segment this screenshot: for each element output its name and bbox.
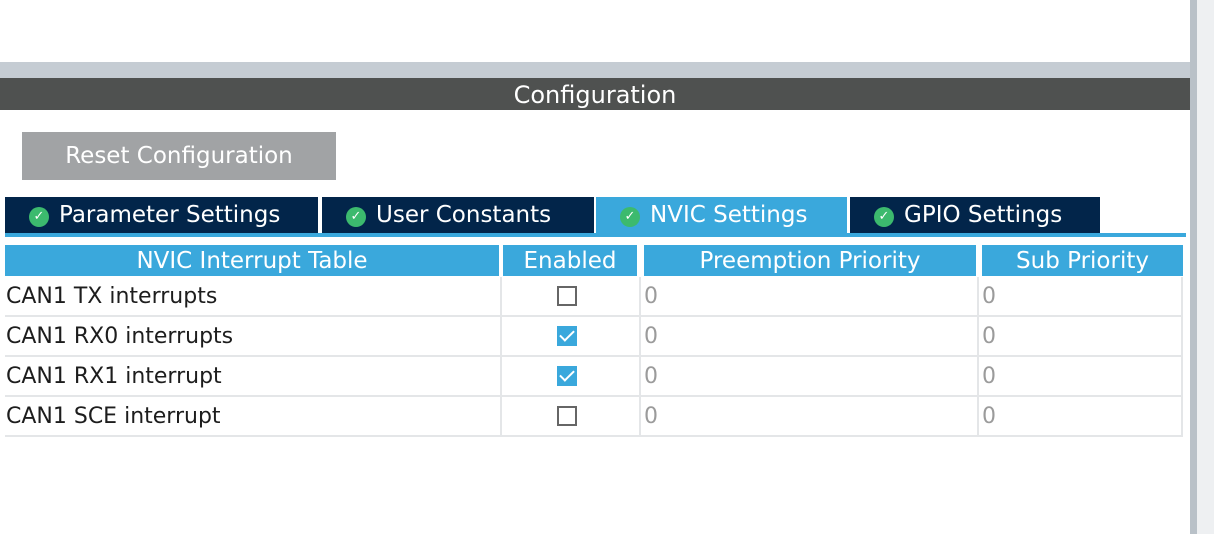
table-row[interactable]: CAN1 RX1 interrupt 0 0 — [5, 357, 1183, 397]
sub-priority-value[interactable]: 0 — [979, 317, 1183, 355]
tab-nvic-settings[interactable]: ✓ NVIC Settings — [596, 197, 847, 233]
tab-label: User Constants — [376, 202, 552, 228]
preemption-priority-value[interactable]: 0 — [641, 357, 979, 395]
vertical-scrollbar[interactable] — [1190, 0, 1214, 534]
enabled-checkbox[interactable] — [557, 406, 577, 426]
sub-priority-value[interactable]: 0 — [979, 357, 1183, 395]
preemption-priority-value[interactable]: 0 — [641, 277, 979, 315]
tab-label: NVIC Settings — [650, 202, 808, 228]
check-circle-icon: ✓ — [29, 207, 49, 227]
interrupt-name: CAN1 SCE interrupt — [5, 397, 502, 435]
reset-configuration-button[interactable]: Reset Configuration — [22, 132, 336, 180]
scrollbar-track[interactable] — [1190, 0, 1197, 534]
enabled-cell — [502, 277, 641, 315]
panel-divider-strip — [0, 62, 1190, 78]
enabled-cell — [502, 317, 641, 355]
check-circle-icon: ✓ — [346, 207, 366, 227]
interrupt-name: CAN1 RX0 interrupts — [5, 317, 502, 355]
interrupt-name: CAN1 TX interrupts — [5, 277, 502, 315]
enabled-checkbox[interactable] — [557, 286, 577, 306]
tab-label: GPIO Settings — [904, 202, 1063, 228]
enabled-checkbox[interactable] — [557, 366, 577, 386]
tab-underline — [5, 233, 1186, 237]
enabled-cell — [502, 397, 641, 435]
sub-priority-value[interactable]: 0 — [979, 397, 1183, 435]
enabled-checkbox[interactable] — [557, 326, 577, 346]
preemption-priority-value[interactable]: 0 — [641, 397, 979, 435]
check-circle-icon: ✓ — [620, 207, 640, 227]
column-header-sub-priority[interactable]: Sub Priority — [982, 245, 1183, 276]
interrupt-name: CAN1 RX1 interrupt — [5, 357, 502, 395]
table-empty-area — [5, 437, 1183, 534]
tab-gpio-settings[interactable]: ✓ GPIO Settings — [850, 197, 1100, 233]
panel-top-area — [0, 0, 1190, 62]
configuration-title: Configuration — [513, 81, 677, 109]
table-row[interactable]: CAN1 SCE interrupt 0 0 — [5, 397, 1183, 437]
column-header-enabled[interactable]: Enabled — [503, 245, 637, 276]
tab-label: Parameter Settings — [59, 202, 281, 228]
table-row[interactable]: CAN1 TX interrupts 0 0 — [5, 277, 1183, 317]
table-row[interactable]: CAN1 RX0 interrupts 0 0 — [5, 317, 1183, 357]
column-header-preemption-priority[interactable]: Preemption Priority — [644, 245, 976, 276]
enabled-cell — [502, 357, 641, 395]
column-header-interrupt-table[interactable]: NVIC Interrupt Table — [5, 245, 499, 276]
configuration-title-bar: Configuration — [0, 78, 1190, 110]
sub-priority-value[interactable]: 0 — [979, 277, 1183, 315]
check-circle-icon: ✓ — [874, 207, 894, 227]
tab-parameter-settings[interactable]: ✓ Parameter Settings — [5, 197, 318, 233]
tab-user-constants[interactable]: ✓ User Constants — [322, 197, 594, 233]
preemption-priority-value[interactable]: 0 — [641, 317, 979, 355]
config-tab-bar: ✓ Parameter Settings ✓ User Constants ✓ NVI… — [5, 197, 1190, 233]
